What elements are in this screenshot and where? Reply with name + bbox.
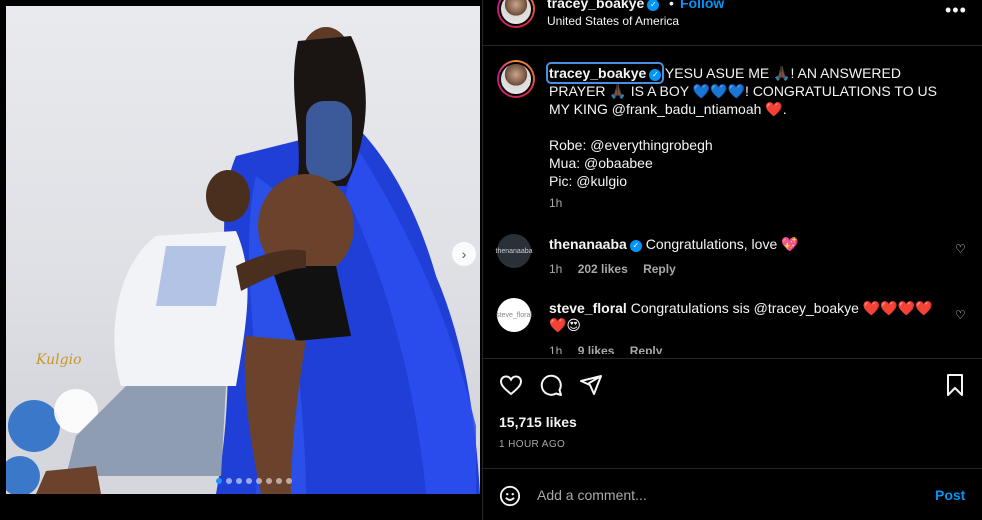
likes-count[interactable]: 15,715 likes: [499, 414, 577, 430]
share-send-icon[interactable]: [579, 373, 603, 397]
carousel-dot: [226, 478, 232, 484]
verified-badge-icon: ✓: [649, 69, 662, 81]
carousel-dot: [266, 478, 272, 484]
photographer-watermark: Kulgio: [36, 352, 82, 368]
save-bookmark-icon[interactable]: [943, 373, 967, 397]
carousel-dot: [236, 478, 242, 484]
next-image-button[interactable]: ›: [452, 242, 476, 266]
caption-credits: Robe: @everythingrobegh Mua: @obaabee Pi…: [549, 136, 713, 190]
like-comment-heart-icon[interactable]: ♡: [955, 308, 966, 322]
commenter-avatar[interactable]: steve_floral: [496, 298, 532, 332]
comment-text: steve_floral Congratulations sis @tracey…: [549, 300, 933, 333]
commenter-username[interactable]: steve_floral: [549, 300, 627, 316]
reply-button[interactable]: Reply: [630, 344, 663, 354]
emoji-icon[interactable]: [499, 485, 521, 507]
commenter-avatar[interactable]: thenanaaba: [496, 234, 533, 268]
caption-time[interactable]: 1h: [549, 196, 562, 210]
credit-robe: Robe: @everythingrobegh: [549, 137, 713, 153]
comment-input[interactable]: [537, 483, 917, 507]
credit-mua: Mua: @obaabee: [549, 155, 653, 171]
verified-badge-icon: ✓: [629, 240, 642, 252]
reply-button[interactable]: Reply: [643, 262, 676, 276]
comment-time[interactable]: 1h: [549, 262, 562, 276]
caption-username[interactable]: tracey_boakye ✓: [545, 62, 665, 84]
carousel-indicator: [216, 478, 292, 484]
post-media: Kulgio ›: [0, 0, 482, 520]
comment-likes[interactable]: 9 likes: [578, 344, 615, 354]
commenter-username[interactable]: thenanaaba: [549, 236, 627, 252]
carousel-dot: [286, 478, 292, 484]
post-photo[interactable]: Kulgio ›: [6, 6, 480, 494]
credit-pic: Pic: @kulgio: [549, 173, 628, 189]
comment-meta: 1h 9 likes Reply: [549, 344, 674, 354]
comment-composer: Post: [483, 468, 982, 520]
like-comment-heart-icon[interactable]: ♡: [955, 242, 966, 256]
comment-bubble-icon[interactable]: [539, 373, 563, 397]
chevron-right-icon: ›: [461, 246, 467, 262]
carousel-dot: [276, 478, 282, 484]
post-sidebar: tracey_boakye ✓ • Follow United States of…: [482, 0, 982, 520]
photo-illustration: [6, 27, 480, 494]
like-heart-icon[interactable]: [499, 373, 523, 397]
carousel-dot: [246, 478, 252, 484]
post-actions: 15,715 likes 1 HOUR AGO: [483, 358, 982, 468]
post-comment-button[interactable]: Post: [935, 487, 965, 503]
caption-text: tracey_boakye ✓ YESU ASUE ME 🙏🏿! AN ANSWE…: [545, 62, 937, 117]
carousel-dot: [216, 478, 222, 484]
comment-likes[interactable]: 202 likes: [578, 262, 628, 276]
post-timestamp[interactable]: 1 HOUR AGO: [499, 439, 565, 450]
comment-text: thenanaaba ✓ Congratulations, love 💖: [549, 236, 799, 252]
caption-avatar[interactable]: [497, 60, 535, 98]
comment-time[interactable]: 1h: [549, 344, 562, 354]
comments-section[interactable]: tracey_boakye ✓ YESU ASUE ME 🙏🏿! AN ANSWE…: [483, 0, 982, 354]
carousel-dot: [256, 478, 262, 484]
comment-meta: 1h 202 likes Reply: [549, 262, 688, 276]
